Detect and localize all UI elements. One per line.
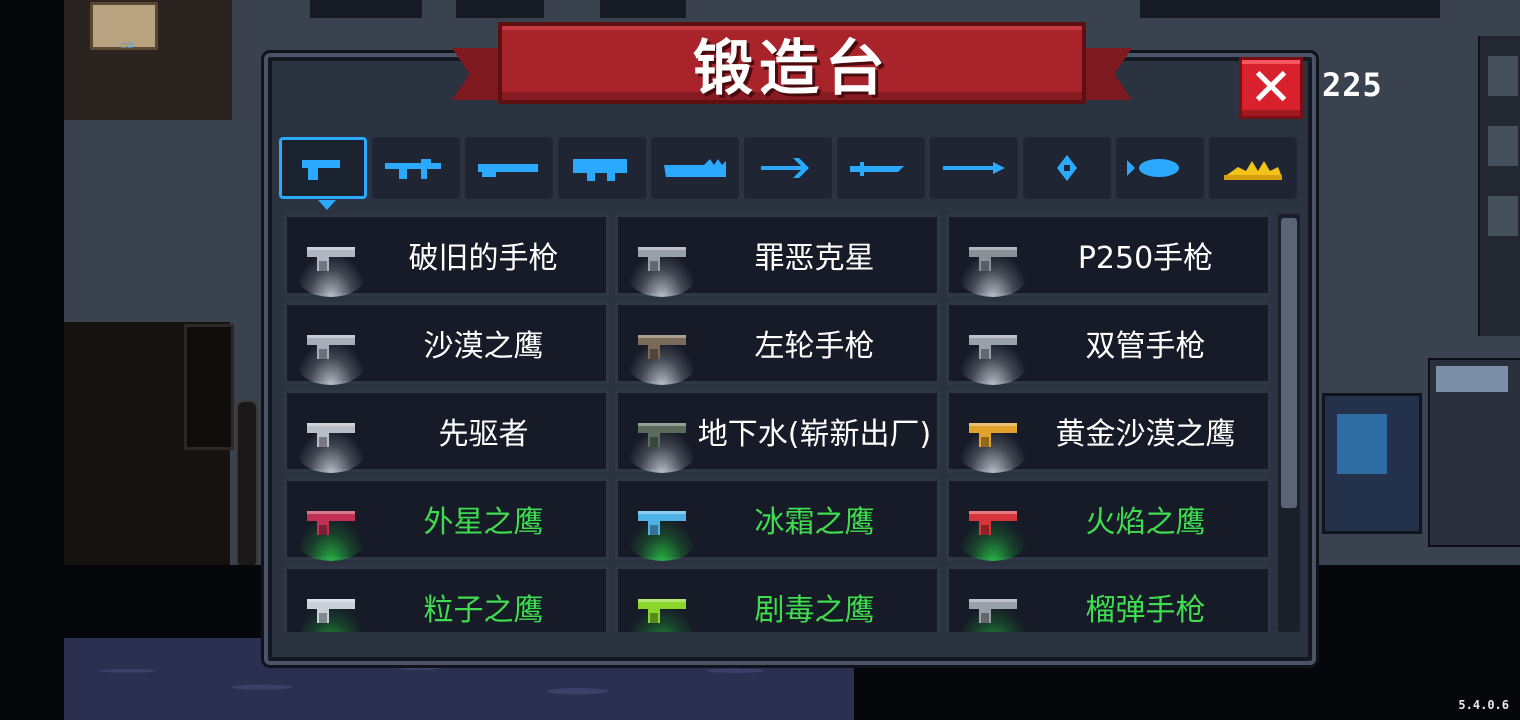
scrollbar[interactable]: [1278, 214, 1300, 632]
weapon-name: 地下水(崭新出厂): [697, 417, 932, 452]
weapon-card[interactable]: 沙漠之鹰: [284, 302, 609, 385]
locker: [184, 324, 234, 450]
pipe: [236, 400, 258, 569]
weapon-name: 左轮手枪: [754, 329, 875, 364]
pistol-icon: [638, 599, 686, 623]
tab-rifle[interactable]: [372, 137, 460, 199]
pistol-icon: [307, 423, 355, 447]
weapon-name: 榴弹手枪: [1085, 593, 1206, 628]
weapon-card[interactable]: 火焰之鹰: [946, 478, 1271, 561]
weapon-name: 粒子之鹰: [423, 593, 544, 628]
weapon-card[interactable]: 冰霜之鹰: [615, 478, 940, 561]
weapon-card[interactable]: 左轮手枪: [615, 302, 940, 385]
weapon-name: 外星之鹰: [423, 505, 544, 540]
laser-rifle-icon: [664, 159, 726, 177]
weapon-name: 罪恶克星: [754, 241, 875, 276]
weapon-card[interactable]: 双管手枪: [946, 302, 1271, 385]
weapon-name: 先驱者: [438, 417, 529, 452]
pistol-icon: [969, 247, 1017, 271]
weapon-category-tabs: [279, 137, 1305, 210]
blueprint-desk: [1322, 393, 1422, 534]
spear-icon: [943, 162, 1005, 174]
weapon-card[interactable]: 地下水(崭新出厂): [615, 390, 940, 473]
active-tab-pointer: [318, 200, 336, 210]
pistol-icon: [969, 599, 1017, 623]
title-ribbon: 锻造台: [452, 22, 1132, 114]
weapon-name: 黄金沙漠之鹰: [1055, 417, 1236, 452]
weapon-card[interactable]: 粒子之鹰: [284, 566, 609, 632]
pistol-icon: [969, 423, 1017, 447]
gem-count: 225: [1322, 66, 1383, 104]
rifle-icon: [385, 159, 441, 179]
pistol-icon: [302, 160, 340, 180]
tab-shotgun[interactable]: [465, 137, 553, 199]
weapon-list: 破旧的手枪 罪恶克星 P250手枪沙漠之鹰 左轮手枪 双管手枪先驱者 地下水(崭新出厂) 黄…: [284, 214, 1274, 632]
tab-staff[interactable]: [1023, 137, 1111, 199]
bow-icon: [761, 158, 809, 178]
sword-icon: [850, 162, 904, 176]
weapon-card[interactable]: 榴弹手枪: [946, 566, 1271, 632]
board-marker-icon: ▫▫: [120, 40, 134, 51]
fish-icon: [1127, 159, 1179, 177]
wall-block: [1140, 0, 1440, 18]
wall-block: [600, 0, 686, 18]
pistol-icon: [307, 247, 355, 271]
scrollbar-thumb[interactable]: [1281, 218, 1297, 508]
wall-block: [310, 0, 422, 18]
pistol-icon: [638, 423, 686, 447]
pistol-icon: [307, 335, 355, 359]
tab-laser-rifle[interactable]: [651, 137, 739, 199]
panel-title: 锻造台: [693, 33, 891, 104]
weapon-card[interactable]: 黄金沙漠之鹰: [946, 390, 1271, 473]
tab-sword[interactable]: [837, 137, 925, 199]
close-button[interactable]: ✕: [1239, 57, 1303, 119]
tab-fish[interactable]: [1116, 137, 1204, 199]
weapon-card[interactable]: 外星之鹰: [284, 478, 609, 561]
pistol-icon: [969, 511, 1017, 535]
tab-star[interactable]: [1209, 137, 1297, 199]
machine-column: [1478, 36, 1520, 336]
void-left: [0, 0, 64, 720]
forge-machine: [1428, 358, 1520, 547]
weapon-card[interactable]: 先驱者: [284, 390, 609, 473]
wall-block: [456, 0, 544, 18]
weapon-name: 沙漠之鹰: [423, 329, 544, 364]
tab-pistol[interactable]: [279, 137, 367, 210]
pistol-icon: [638, 511, 686, 535]
weapon-name: 火焰之鹰: [1085, 505, 1206, 540]
weapon-card[interactable]: 剧毒之鹰: [615, 566, 940, 632]
star-icon: [1224, 161, 1282, 180]
pistol-icon: [638, 247, 686, 271]
tab-launcher[interactable]: [558, 137, 646, 199]
weapon-name: 破旧的手枪: [408, 241, 559, 276]
pistol-icon: [307, 511, 355, 535]
shotgun-icon: [478, 164, 538, 177]
weapon-card[interactable]: 破旧的手枪: [284, 214, 609, 297]
launcher-icon: [573, 159, 627, 181]
pistol-icon: [307, 599, 355, 623]
version-label: 5.4.0.6: [1458, 698, 1509, 712]
pistol-icon: [969, 335, 1017, 359]
staff-icon: [1057, 155, 1077, 181]
weapon-name: 冰霜之鹰: [754, 505, 875, 540]
weapon-name: 双管手枪: [1085, 329, 1206, 364]
weapon-name: 剧毒之鹰: [754, 593, 875, 628]
pistol-icon: [638, 335, 686, 359]
tab-spear[interactable]: [930, 137, 1018, 199]
weapon-name: P250手枪: [1077, 241, 1214, 276]
tab-bow[interactable]: [744, 137, 832, 199]
close-icon: ✕: [1249, 58, 1293, 118]
weapon-card[interactable]: 罪恶克星: [615, 214, 940, 297]
weapon-card[interactable]: P250手枪: [946, 214, 1271, 297]
